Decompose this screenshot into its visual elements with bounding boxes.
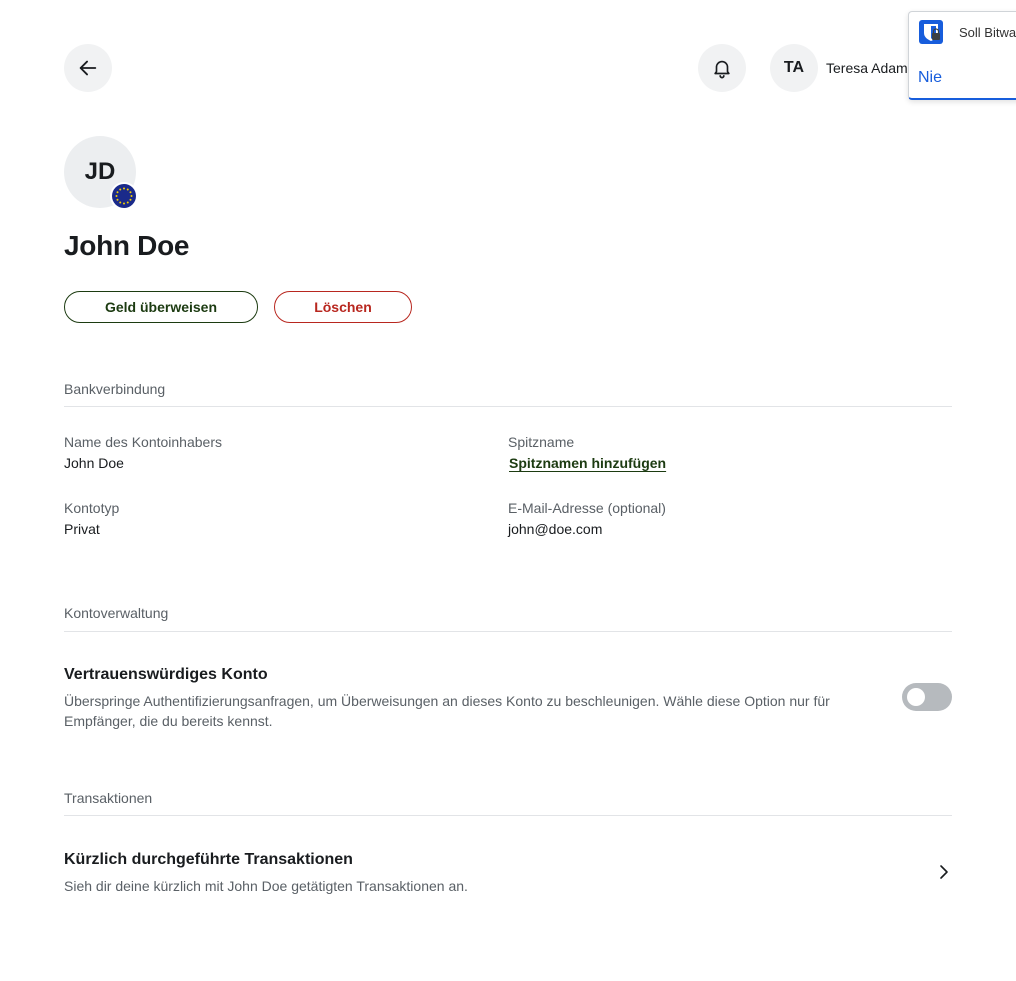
bitwarden-save-prompt: Soll Bitwa Nie: [908, 11, 1016, 100]
transfer-money-button[interactable]: Geld überweisen: [64, 291, 258, 323]
bitwarden-logo-icon: [919, 20, 943, 44]
email-value: john@doe.com: [508, 521, 603, 537]
user-name[interactable]: Teresa Adam: [826, 60, 908, 76]
recent-transactions-title[interactable]: Kürzlich durchgeführte Transaktionen: [64, 851, 353, 869]
recipient-initials: JD: [84, 158, 116, 185]
back-button[interactable]: [64, 44, 112, 92]
notifications-button[interactable]: [698, 44, 746, 92]
nickname-label: Spitzname: [508, 434, 575, 450]
trusted-account-title: Vertrauenswürdiges Konto: [64, 666, 268, 683]
recipient-name: John Doe: [64, 230, 190, 261]
account-holder-value: John Doe: [64, 455, 124, 471]
arrow-left-icon: [79, 60, 97, 76]
divider: [64, 406, 952, 407]
recent-transactions-description: Sieh dir deine kürzlich mit John Doe get…: [64, 878, 468, 894]
delete-button[interactable]: Löschen: [274, 291, 412, 323]
divider: [64, 631, 952, 632]
bitwarden-never-button[interactable]: Nie: [918, 69, 942, 87]
account-type-label: Kontotyp: [64, 500, 120, 516]
account-holder-label: Name des Kontoinhabers: [64, 434, 222, 450]
transactions-heading: Transaktionen: [64, 790, 153, 806]
email-label: E-Mail-Adresse (optional): [508, 500, 666, 516]
user-avatar[interactable]: TA: [770, 44, 818, 92]
bitwarden-prompt-title: Soll Bitwa: [959, 25, 1016, 40]
trusted-account-toggle[interactable]: [902, 683, 952, 711]
trusted-account-description: Überspringe Authentifizierungsanfragen, …: [64, 693, 830, 729]
add-nickname-link[interactable]: Spitznamen hinzufügen: [509, 455, 666, 471]
bell-icon: [714, 60, 730, 79]
eu-flag-icon: [110, 182, 138, 210]
divider: [64, 815, 952, 816]
account-management-heading: Kontoverwaltung: [64, 605, 169, 621]
account-type-value: Privat: [64, 521, 100, 537]
toggle-knob: [907, 688, 925, 706]
bank-details-heading: Bankverbindung: [64, 381, 166, 397]
chevron-right-icon[interactable]: [934, 862, 954, 882]
